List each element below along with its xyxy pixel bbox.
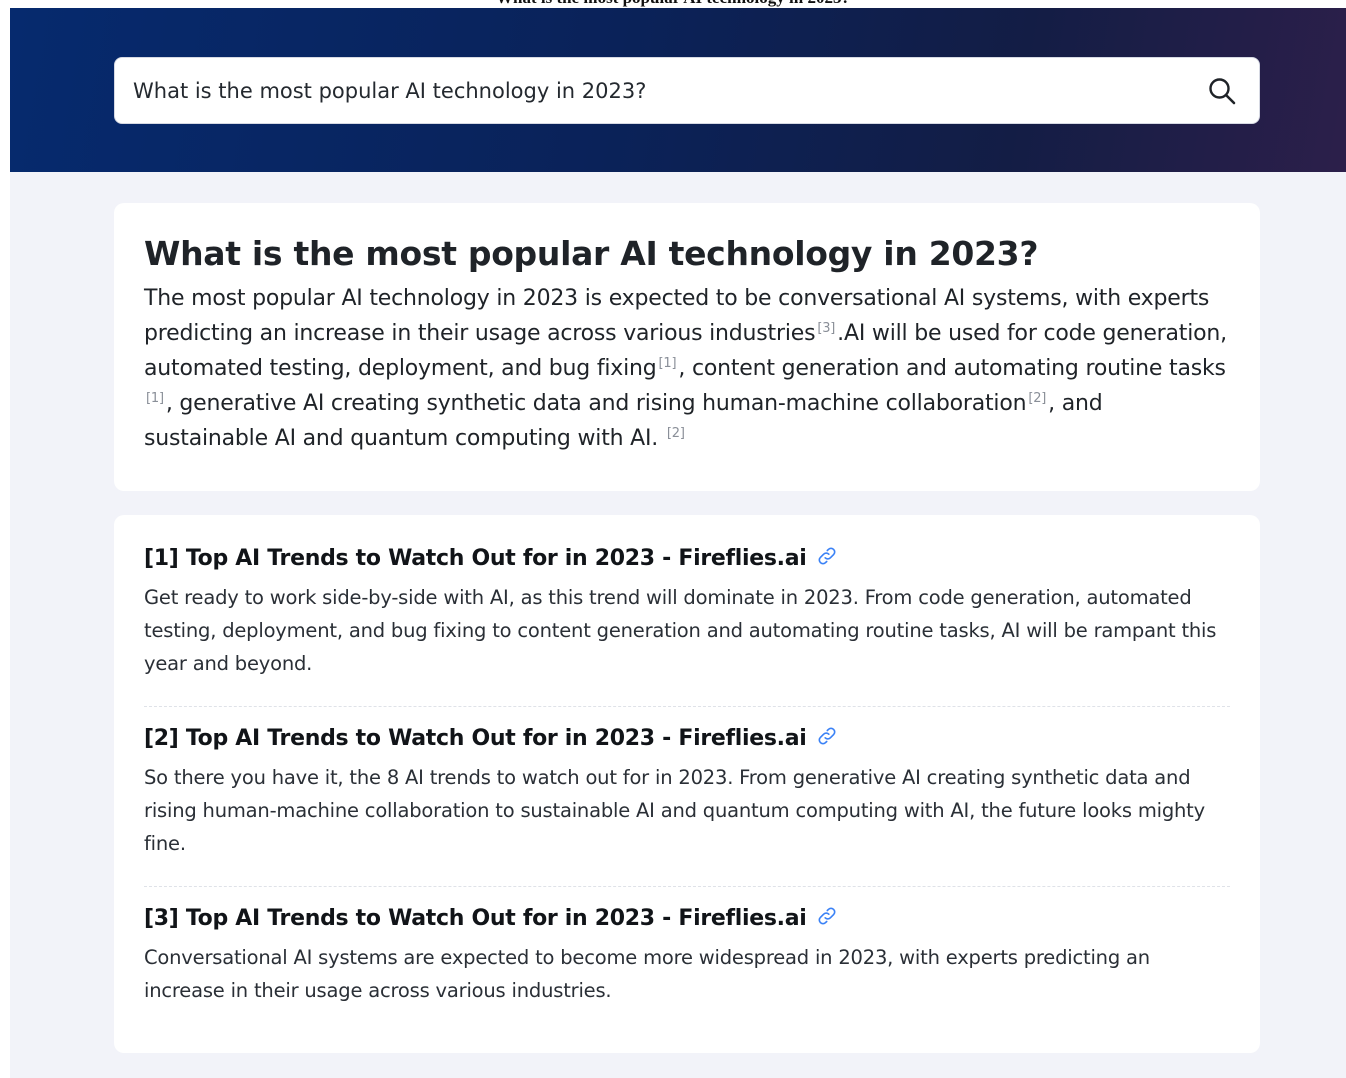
source-item: [1] Top AI Trends to Watch Out for in 20… <box>144 541 1230 707</box>
app-container: What is the most popular AI technology i… <box>10 8 1346 1078</box>
sources-card: [1] Top AI Trends to Watch Out for in 20… <box>114 515 1260 1053</box>
top-banner-text: What is the most popular AI technology i… <box>0 0 1346 8</box>
search-input[interactable] <box>133 70 1203 111</box>
link-icon[interactable] <box>816 725 838 747</box>
source-snippet: Conversational AI systems are expected t… <box>144 946 1150 1002</box>
source-title[interactable]: [2] Top AI Trends to Watch Out for in 20… <box>144 721 1230 757</box>
link-icon[interactable] <box>816 545 838 567</box>
source-title[interactable]: [1] Top AI Trends to Watch Out for in 20… <box>144 541 1230 577</box>
search-bar[interactable] <box>114 57 1260 124</box>
citation-link[interactable]: [1] <box>144 391 166 406</box>
search-icon <box>1209 77 1236 104</box>
link-icon[interactable] <box>816 905 838 927</box>
source-title-text[interactable]: [2] Top AI Trends to Watch Out for in 20… <box>144 726 807 751</box>
search-button[interactable] <box>1203 72 1241 110</box>
source-snippet: So there you have it, the 8 AI trends to… <box>144 766 1205 855</box>
answer-text: , content generation and automating rout… <box>678 356 1226 381</box>
source-title-text[interactable]: [1] Top AI Trends to Watch Out for in 20… <box>144 546 807 571</box>
source-item: [2] Top AI Trends to Watch Out for in 20… <box>144 721 1230 887</box>
citation-link[interactable]: [2] <box>1026 391 1048 406</box>
citation-link[interactable]: [2] <box>665 426 687 441</box>
citation-link[interactable]: [1] <box>657 356 679 371</box>
citation-link[interactable]: [3] <box>815 321 837 336</box>
answer-body: The most popular AI technology in 2023 i… <box>144 281 1230 456</box>
source-item: [3] Top AI Trends to Watch Out for in 20… <box>144 901 1230 1033</box>
answer-text: , generative AI creating synthetic data … <box>165 391 1027 416</box>
search-header <box>10 8 1346 172</box>
answer-title: What is the most popular AI technology i… <box>144 234 1039 273</box>
source-snippet: Get ready to work side-by-side with AI, … <box>144 586 1217 675</box>
source-title[interactable]: [3] Top AI Trends to Watch Out for in 20… <box>144 901 1230 937</box>
source-title-text[interactable]: [3] Top AI Trends to Watch Out for in 20… <box>144 906 807 931</box>
top-banner: What is the most popular AI technology i… <box>0 0 1346 8</box>
answer-card: What is the most popular AI technology i… <box>114 203 1260 491</box>
